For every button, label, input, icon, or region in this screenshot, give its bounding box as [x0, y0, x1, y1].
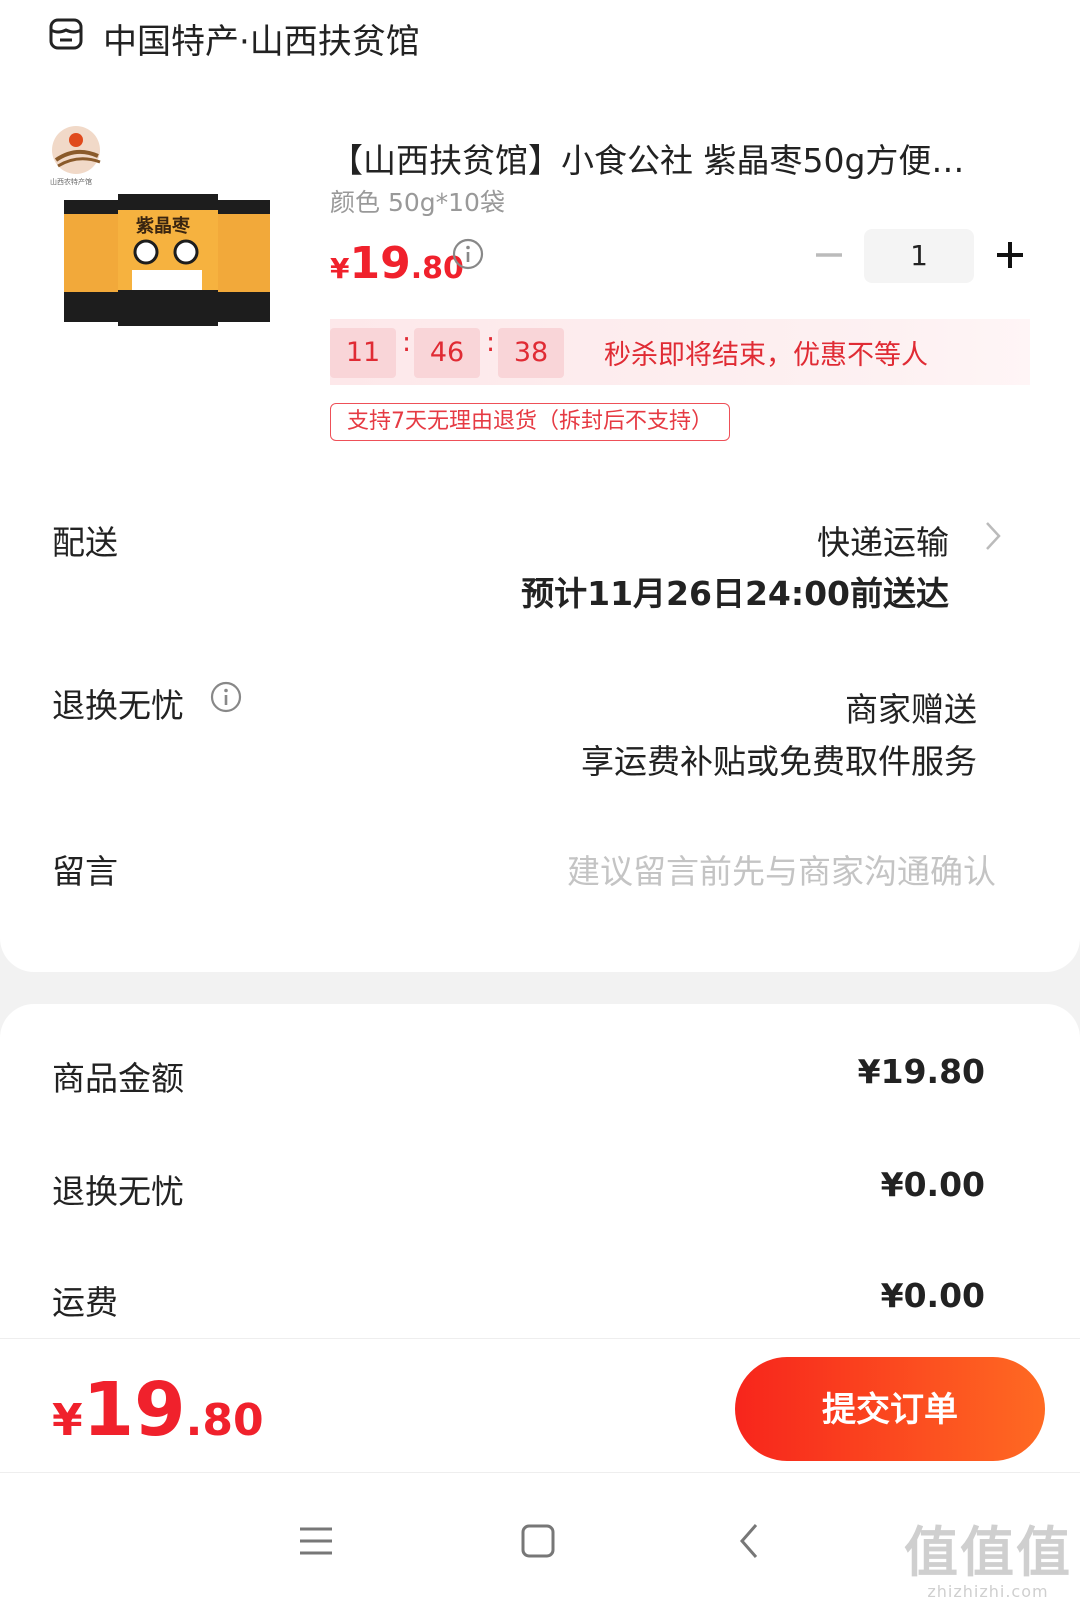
summary-value-shipping: ¥0.00: [880, 1276, 985, 1315]
summary-label-worry-free: 退换无忧: [52, 1172, 184, 1211]
countdown-separator: :: [486, 327, 496, 358]
countdown-minutes: 46: [414, 328, 480, 378]
chevron-right-icon[interactable]: [984, 520, 1002, 552]
countdown-separator: :: [402, 327, 412, 358]
message-input[interactable]: 建议留言前先与商家沟通确认: [567, 845, 996, 893]
info-circle-icon[interactable]: [452, 238, 484, 270]
product-price: ¥19.80: [330, 238, 464, 289]
svg-text:紫晶枣: 紫晶枣: [136, 215, 191, 237]
store-name[interactable]: 中国特产·山西扶贫馆: [103, 14, 420, 63]
submit-order-button[interactable]: 提交订单: [735, 1357, 1045, 1461]
product-title[interactable]: 【山西扶贫馆】小食公社 紫晶枣50g方便…: [330, 134, 1010, 182]
total-decimal: .80: [185, 1395, 264, 1446]
back-arrow-icon[interactable]: [720, 1511, 780, 1571]
plus-icon[interactable]: [993, 238, 1027, 272]
minus-icon[interactable]: [812, 238, 846, 272]
system-nav-bar: 值值值 zhizhizhi.com: [0, 1472, 1080, 1607]
quantity-input[interactable]: 1: [864, 229, 974, 283]
total-price: ¥19.80: [52, 1367, 264, 1453]
product-spec[interactable]: 颜色 50g*10袋: [330, 183, 505, 219]
store-icon: [49, 18, 83, 50]
thumb-caption: 山西农特产馆: [50, 177, 92, 186]
flash-sale-banner: 11 : 46 : 38 秒杀即将结束，优惠不等人: [330, 319, 1030, 385]
order-item-card: 中国特产·山西扶贫馆 山西农特产馆 紫晶枣 【山西扶贫馆】小食公社 紫晶枣50g…: [0, 0, 1080, 972]
delivery-label: 配送: [52, 523, 118, 562]
price-currency: ¥: [330, 252, 350, 285]
summary-value-goods: ¥19.80: [857, 1052, 985, 1091]
checkout-bar: ¥19.80 提交订单: [0, 1338, 1080, 1473]
worry-free-detail: 享运费补贴或免费取件服务: [581, 742, 977, 781]
total-integer: 19: [82, 1367, 186, 1453]
worry-free-label: 退换无忧: [52, 686, 184, 725]
menu-icon[interactable]: [286, 1511, 346, 1571]
total-currency: ¥: [52, 1395, 83, 1446]
delivery-method[interactable]: 快递运输: [817, 516, 949, 564]
summary-label-shipping: 运费: [52, 1283, 118, 1322]
home-square-icon[interactable]: [508, 1511, 568, 1571]
watermark: 值值值 zhizhizhi.com: [904, 1521, 1072, 1602]
summary-label-goods: 商品金额: [52, 1059, 184, 1098]
delivery-eta: 预计11月26日24:00前送达: [521, 574, 949, 613]
price-integer: 19: [349, 238, 411, 289]
watermark-url: zhizhizhi.com: [927, 1582, 1049, 1601]
info-circle-icon[interactable]: [210, 681, 242, 713]
summary-value-worry-free: ¥0.00: [880, 1165, 985, 1204]
countdown-hours: 11: [330, 328, 396, 378]
return-policy-tag: 支持7天无理由退货（拆封后不支持）: [330, 403, 730, 441]
countdown-seconds: 38: [498, 328, 564, 378]
order-summary-card: 商品金额 ¥19.80 退换无忧 ¥0.00 运费 ¥0.00: [0, 1004, 1080, 1344]
product-thumbnail[interactable]: 山西农特产馆 紫晶枣: [46, 124, 286, 344]
message-label: 留言: [52, 852, 118, 891]
watermark-logo: 值值值: [904, 1521, 1072, 1584]
worry-free-value: 商家赠送: [845, 690, 977, 729]
flash-sale-text: 秒杀即将结束，优惠不等人: [604, 340, 928, 371]
